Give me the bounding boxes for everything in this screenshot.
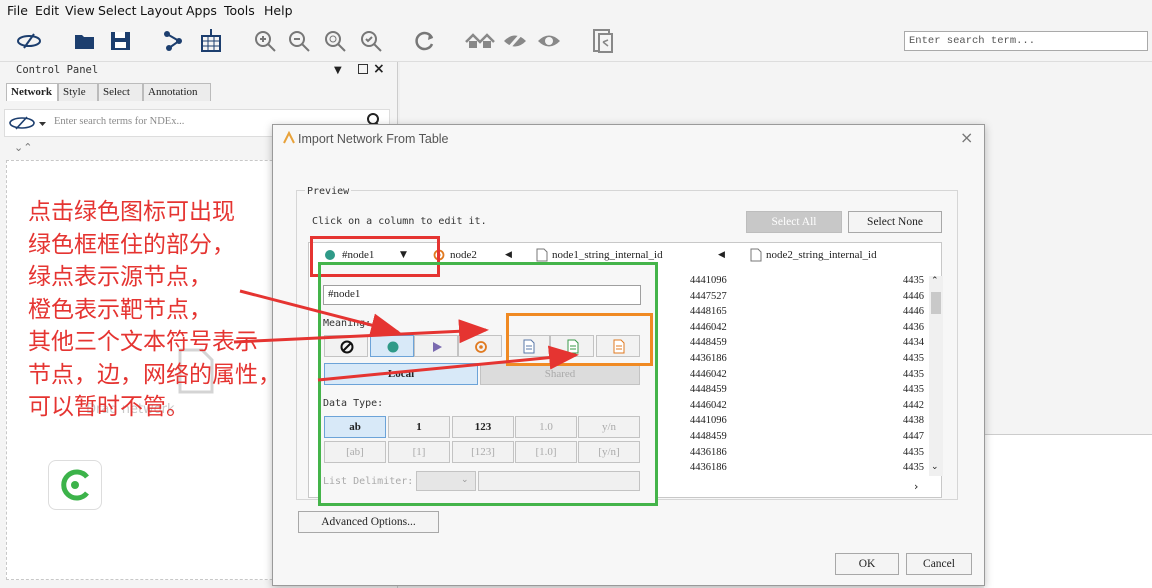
open-folder-icon[interactable] [72, 28, 98, 54]
panel-menu-icon[interactable]: ▼ [334, 65, 342, 76]
show-icon[interactable] [536, 28, 562, 54]
table-cell: 4446 [903, 306, 924, 318]
import-network-icon[interactable] [160, 28, 186, 54]
table-cell: 4436186 [690, 462, 727, 474]
table-cell: 4436 [903, 321, 924, 333]
refresh-icon[interactable] [412, 28, 438, 54]
table-cell: 4434 [903, 337, 924, 349]
table-cell: 4447 [903, 431, 924, 442]
zoom-fit-icon[interactable] [322, 28, 348, 54]
zoom-in-icon[interactable] [252, 28, 278, 54]
ndex-icon[interactable] [16, 28, 42, 54]
table-cell: 4435 [903, 353, 924, 364]
close-panel-icon[interactable]: × [373, 61, 385, 77]
annotation-line: 绿点表示源节点， [28, 264, 212, 290]
table-cell: 4446042 [690, 368, 727, 380]
ndex-source-icon[interactable] [8, 115, 48, 131]
table-cell: 4438 [903, 415, 924, 427]
column-header-node2-id[interactable]: node2_string_internal_id [766, 249, 877, 261]
annotation-line: 绿色框框住的部分， [28, 231, 235, 258]
table-cell: 4435 [903, 368, 924, 380]
tab-style[interactable]: Style [58, 83, 98, 101]
column-header-node2[interactable]: node2 [450, 249, 477, 261]
scroll-down-icon[interactable]: ⌄ [931, 462, 939, 472]
hide-icon[interactable] [502, 28, 528, 54]
undock-icon[interactable] [358, 64, 368, 74]
menu-help[interactable]: Help [264, 3, 293, 18]
cancel-button[interactable]: Cancel [906, 553, 972, 575]
table-cell: 4435 [903, 275, 924, 286]
green-highlight-box [318, 262, 658, 506]
annotation-line: 橙色表示靶节点， [28, 296, 212, 323]
ndex-search-input[interactable]: Enter search terms for NDEx... [54, 116, 184, 127]
menu-apps[interactable]: Apps [186, 3, 217, 18]
column-arrow-icon[interactable]: ◀ [505, 250, 512, 260]
annotation-line: 其他三个文本符号表示 [28, 329, 258, 355]
attribute-doc-icon [750, 248, 762, 262]
table-cell: 4441096 [690, 275, 727, 286]
table-panel [984, 434, 1152, 588]
ok-button[interactable]: OK [835, 553, 899, 575]
cytoscape-logo-icon [61, 469, 89, 501]
table-cell: 4448165 [690, 306, 727, 318]
table-cell: 4442 [903, 399, 924, 411]
control-panel-title: Control Panel [16, 64, 99, 76]
table-cell: 4436186 [690, 446, 727, 458]
table-cell: 4435 [903, 446, 924, 458]
dialog-title: Import Network From Table [298, 132, 449, 146]
import-table-icon[interactable] [198, 28, 224, 54]
home-icon[interactable] [464, 28, 496, 54]
table-cell: 4446 [903, 290, 924, 302]
collapse-expand-icon[interactable]: ⌄⌃ [14, 141, 32, 154]
cytoscape-app-icon [283, 131, 295, 144]
table-cell: 4447527 [690, 290, 727, 302]
table-cell: 4446042 [690, 321, 727, 333]
advanced-options-button[interactable]: Advanced Options... [298, 511, 439, 533]
table-cell: 4436186 [690, 353, 727, 364]
scrollbar-thumb[interactable] [931, 292, 941, 314]
attribute-doc-icon [536, 248, 548, 262]
menu-file[interactable]: File [7, 3, 28, 18]
annotation-line: 节点，边，网络的属性， [28, 361, 281, 388]
column-arrow-icon[interactable]: ◀ [718, 250, 725, 260]
table-cell: 4441096 [690, 415, 727, 427]
cytoscape-logo [48, 460, 102, 510]
tab-network[interactable]: Network [6, 83, 58, 101]
select-none-button[interactable]: Select None [848, 211, 942, 233]
zoom-out-icon[interactable] [286, 28, 312, 54]
scroll-right-icon[interactable]: › [914, 480, 918, 493]
tab-annotation[interactable]: Annotation [143, 83, 211, 101]
save-icon[interactable] [108, 28, 134, 54]
select-all-button[interactable]: Select All [746, 211, 842, 233]
table-cell: 4448459 [690, 431, 727, 442]
annotation-line: 点击绿色图标可出现 [28, 199, 235, 225]
table-cell: 4435 [903, 384, 924, 396]
new-session-icon[interactable] [590, 28, 616, 54]
zoom-selected-icon[interactable] [358, 28, 384, 54]
menu-bar: File Edit View Select Layout Apps Tools … [0, 0, 1152, 20]
close-icon[interactable]: × [960, 128, 973, 147]
table-cell: 4435 [903, 462, 924, 474]
menu-view[interactable]: View [65, 3, 95, 18]
tab-select[interactable]: Select [98, 83, 143, 101]
orange-highlight-box [506, 313, 653, 366]
menu-layout[interactable]: Layout [140, 3, 183, 18]
menu-edit[interactable]: Edit [35, 3, 59, 18]
column-header-node1-id[interactable]: node1_string_internal_id [552, 249, 663, 261]
annotation-line: 可以暂时不管。 [28, 394, 189, 420]
menu-select[interactable]: Select [98, 3, 137, 18]
table-cell: 4446042 [690, 399, 727, 411]
table-cell: 4448459 [690, 337, 727, 349]
table-cell: 4448459 [690, 384, 727, 396]
search-input[interactable]: Enter search term... [904, 31, 1148, 51]
annotation-text: 点击绿色图标可出现 绿色框框住的部分， 绿点表示源节点， 橙色表示靶节点， 其他… [28, 196, 348, 424]
scroll-up-icon[interactable]: ⌃ [931, 276, 939, 286]
menu-tools[interactable]: Tools [224, 3, 255, 18]
